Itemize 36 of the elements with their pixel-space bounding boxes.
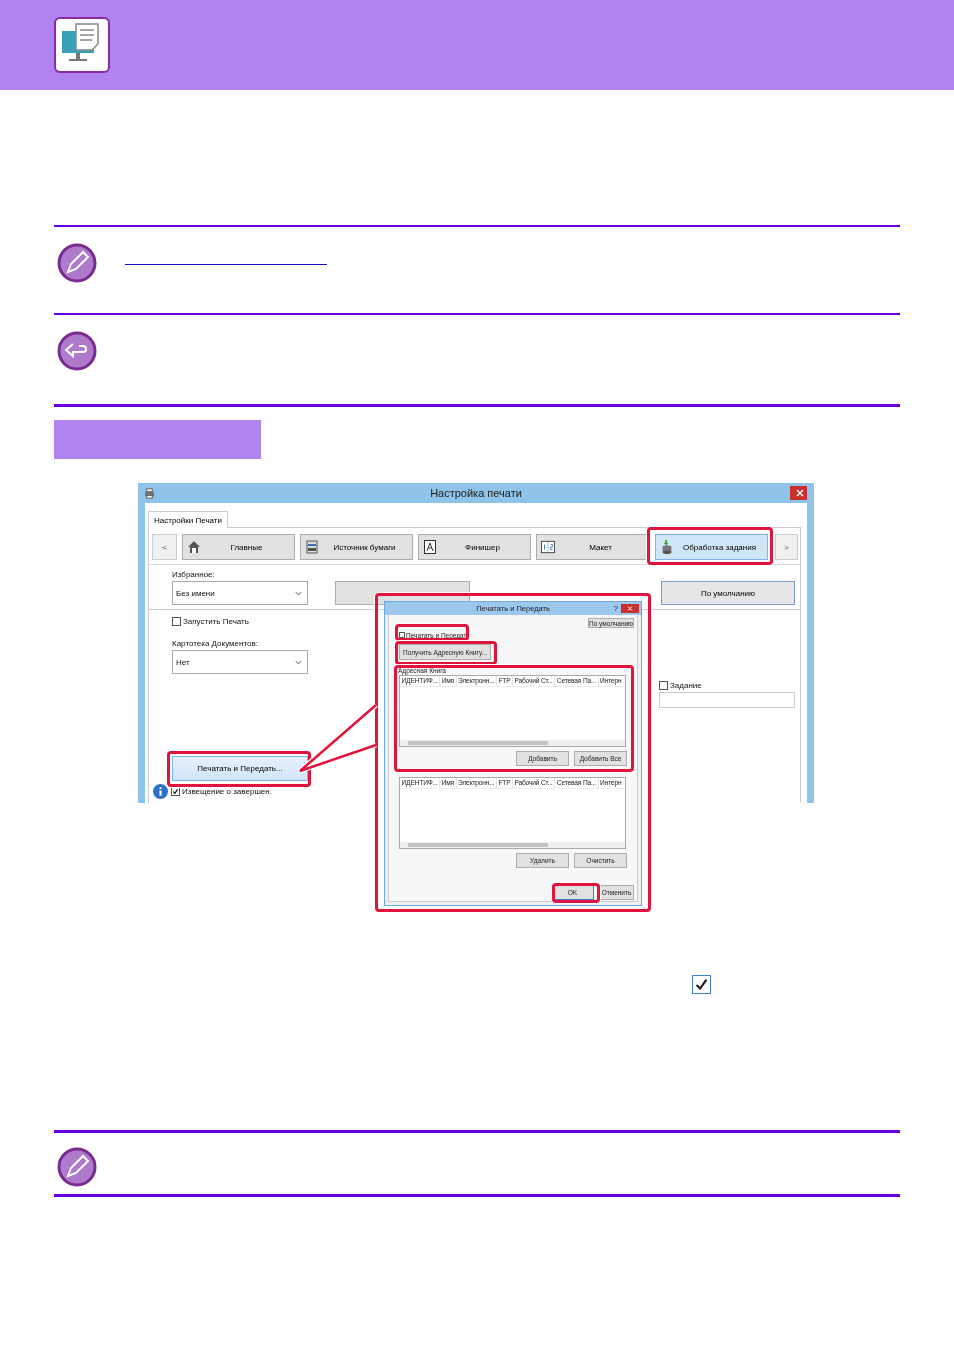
- computer-document-icon: [54, 17, 110, 73]
- horizontal-scrollbar[interactable]: [400, 740, 625, 746]
- document-filing-dropdown[interactable]: Нет: [172, 650, 308, 674]
- two-page-layout-icon: [541, 540, 555, 554]
- next-button[interactable]: >: [775, 534, 798, 560]
- house-icon: [187, 540, 201, 554]
- category-button[interactable]: Макет: [536, 534, 649, 560]
- job-input-field[interactable]: [659, 692, 795, 708]
- completion-notice-checkbox[interactable]: Извещение о завершен.: [171, 786, 272, 797]
- close-icon[interactable]: [790, 486, 807, 500]
- job-checkbox[interactable]: Задание: [659, 680, 795, 691]
- document-filing-label: Картотека Документов:: [172, 638, 259, 649]
- page-icon: [423, 540, 437, 554]
- info-icon: [153, 784, 168, 799]
- pencil-icon: [57, 243, 97, 283]
- favorites-label: Избранное:: [172, 569, 216, 580]
- database-icon: [660, 540, 674, 554]
- previous-button[interactable]: <: [152, 534, 177, 560]
- window-title: Настройка печати: [430, 487, 522, 499]
- checkmark-icon: [172, 788, 179, 795]
- favorites-dropdown[interactable]: Без имени: [172, 581, 308, 605]
- pencil-icon: [57, 1147, 97, 1187]
- category-button[interactable]: Источник бумаги: [300, 534, 413, 560]
- printer-tray-icon: [305, 540, 319, 554]
- chevron-down-icon: [295, 659, 302, 665]
- chevron-down-icon: [295, 590, 302, 596]
- default-button[interactable]: По умолчанию: [661, 581, 795, 605]
- start-print-checkbox[interactable]: Запустить Печать: [172, 616, 308, 627]
- category-button[interactable]: Главные: [182, 534, 295, 560]
- printer-icon: [145, 487, 155, 499]
- settings-tab[interactable]: Настройки Печати: [148, 511, 228, 528]
- category-button[interactable]: Обработка задания: [655, 534, 768, 560]
- close-icon[interactable]: [621, 604, 639, 613]
- print-and-send-button[interactable]: Печатать и Передать...: [172, 756, 308, 781]
- horizontal-scrollbar[interactable]: [400, 842, 625, 848]
- category-button[interactable]: Финишер: [418, 534, 531, 560]
